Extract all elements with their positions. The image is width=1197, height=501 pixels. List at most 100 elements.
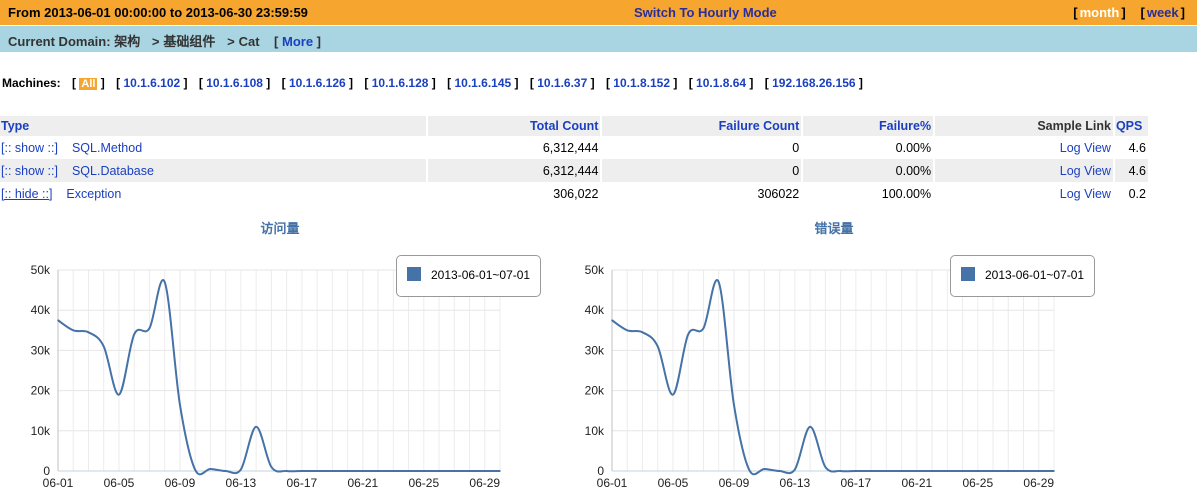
data-point (301, 470, 303, 472)
breadcrumb-item: 架构 (114, 34, 141, 49)
x-tick-label: 06-21 (347, 476, 378, 490)
domain-bar: Current Domain: 架构 > 基础组件 > Cat [ More ] (0, 26, 1197, 52)
qps-cell: 4.6 (1113, 159, 1151, 182)
show-toggle-link[interactable]: [:: show ::] (1, 164, 58, 178)
breadcrumb: Current Domain: 架构 > 基础组件 > Cat [ More ] (8, 34, 322, 49)
data-point (778, 470, 781, 472)
data-point (733, 403, 735, 406)
data-point (194, 468, 196, 471)
log-view-link[interactable]: Log View (1060, 164, 1111, 178)
machine-link[interactable]: 10.1.6.126 (289, 76, 346, 90)
x-tick-label: 06-17 (287, 476, 318, 490)
data-point (946, 470, 949, 472)
y-tick-label: 50k (585, 263, 605, 277)
table-header-row: Type Total Count Failure Count Failure% … (0, 116, 1151, 136)
data-point (763, 468, 766, 470)
data-point (976, 470, 979, 472)
chart-legend[interactable]: 2013-06-01~07-01 (396, 255, 542, 297)
x-tick-label: 06-13 (226, 476, 257, 490)
data-point (285, 470, 288, 472)
data-point (377, 470, 379, 472)
data-point (392, 470, 395, 472)
machine-link[interactable]: 10.1.6.37 (537, 76, 587, 90)
machine-link[interactable]: 10.1.6.102 (123, 76, 180, 90)
failure-count-cell: 306022 (601, 182, 804, 205)
data-point (672, 393, 674, 396)
column-header-total-count[interactable]: Total Count (426, 116, 603, 136)
hide-toggle-link[interactable]: [:: hide ::] (1, 187, 52, 201)
data-point (626, 329, 629, 332)
legend-swatch (961, 267, 975, 281)
x-tick-label: 06-25 (962, 476, 993, 490)
column-header-failure-pct[interactable]: Failure% (802, 116, 936, 136)
total-count-cell: 306,022 (426, 182, 603, 205)
data-point (900, 470, 903, 472)
y-tick-label: 30k (585, 343, 605, 357)
machine-link[interactable]: 192.168.26.156 (772, 76, 855, 90)
y-tick-label: 30k (31, 343, 51, 357)
y-tick-label: 10k (585, 424, 605, 438)
data-point (870, 470, 872, 472)
switch-hourly-mode-link[interactable]: Switch To Hourly Mode (634, 5, 777, 20)
data-point (885, 470, 888, 472)
machine-all-button[interactable]: All (79, 78, 98, 90)
data-point (331, 470, 334, 472)
data-point (133, 333, 136, 336)
machines-label: Machines: (2, 76, 61, 90)
breadcrumb-item: 基础组件 (163, 34, 216, 49)
total-count-cell: 6,312,444 (426, 159, 603, 182)
x-tick-label: 06-13 (780, 476, 811, 490)
data-point (270, 466, 273, 468)
x-tick-label: 06-01 (43, 476, 74, 490)
week-link[interactable]: week (1147, 5, 1179, 20)
log-view-link[interactable]: Log View (1060, 141, 1111, 155)
error-count-chart: 错误量 0 10k 20k 30k 40k 50k 06-01 06-05 06-09 06-13… (554, 215, 1114, 501)
data-point (407, 470, 410, 472)
machine-link[interactable]: 10.1.8.152 (613, 76, 670, 90)
data-point (102, 345, 105, 348)
data-point (931, 470, 933, 472)
data-point (656, 345, 659, 348)
data-point (794, 468, 796, 471)
x-tick-label: 06-05 (104, 476, 135, 490)
type-name: SQL.Method (71, 140, 143, 155)
y-tick-label: 20k (31, 384, 51, 398)
machine-link[interactable]: 10.1.6.128 (372, 76, 429, 90)
failure-count-cell: 0 (601, 159, 804, 182)
month-link[interactable]: month (1080, 5, 1120, 20)
data-point (255, 425, 257, 428)
machine-link[interactable]: 10.1.6.145 (454, 76, 511, 90)
machine-link[interactable]: 10.1.8.64 (696, 76, 746, 90)
data-point (468, 470, 471, 472)
data-point (148, 327, 151, 330)
chart-legend[interactable]: 2013-06-01~07-01 (950, 255, 1096, 297)
column-header-type[interactable]: Type (0, 116, 428, 136)
x-tick-label: 06-29 (1023, 476, 1054, 490)
data-point (839, 470, 842, 472)
current-domain-label: Current Domain: (8, 34, 111, 49)
breadcrumb-item: Cat (238, 34, 260, 49)
table-row: [:: hide ::] Exception 306,022 306022 100… (0, 182, 1151, 205)
x-tick-label: 06-09 (719, 476, 750, 490)
column-header-failure-count[interactable]: Failure Count (601, 116, 804, 136)
x-tick-label: 06-05 (658, 476, 689, 490)
machine-link[interactable]: 10.1.6.108 (206, 76, 263, 90)
failure-pct-cell: 0.00% (802, 159, 936, 182)
column-header-sample-link: Sample Link (934, 116, 1115, 136)
column-header-qps[interactable]: QPS (1113, 116, 1151, 136)
type-name: Exception (66, 186, 122, 201)
data-point (824, 466, 827, 468)
table-row: [:: show ::] SQL.Database 6,312,444 0 0.0… (0, 159, 1151, 182)
data-point (961, 470, 964, 472)
data-point (1022, 470, 1025, 472)
series-line (57, 279, 500, 476)
y-tick-label: 50k (31, 263, 51, 277)
log-view-link[interactable]: Log View (1060, 187, 1111, 201)
show-toggle-link[interactable]: [:: show ::] (1, 141, 58, 155)
y-tick-label: 40k (31, 303, 51, 317)
more-domains-link[interactable]: More (282, 34, 313, 49)
x-tick-label: 06-09 (165, 476, 196, 490)
data-point (809, 425, 811, 428)
date-range-text: From 2013-06-01 00:00:00 to 2013-06-30 2… (8, 5, 308, 20)
data-point (179, 403, 181, 406)
